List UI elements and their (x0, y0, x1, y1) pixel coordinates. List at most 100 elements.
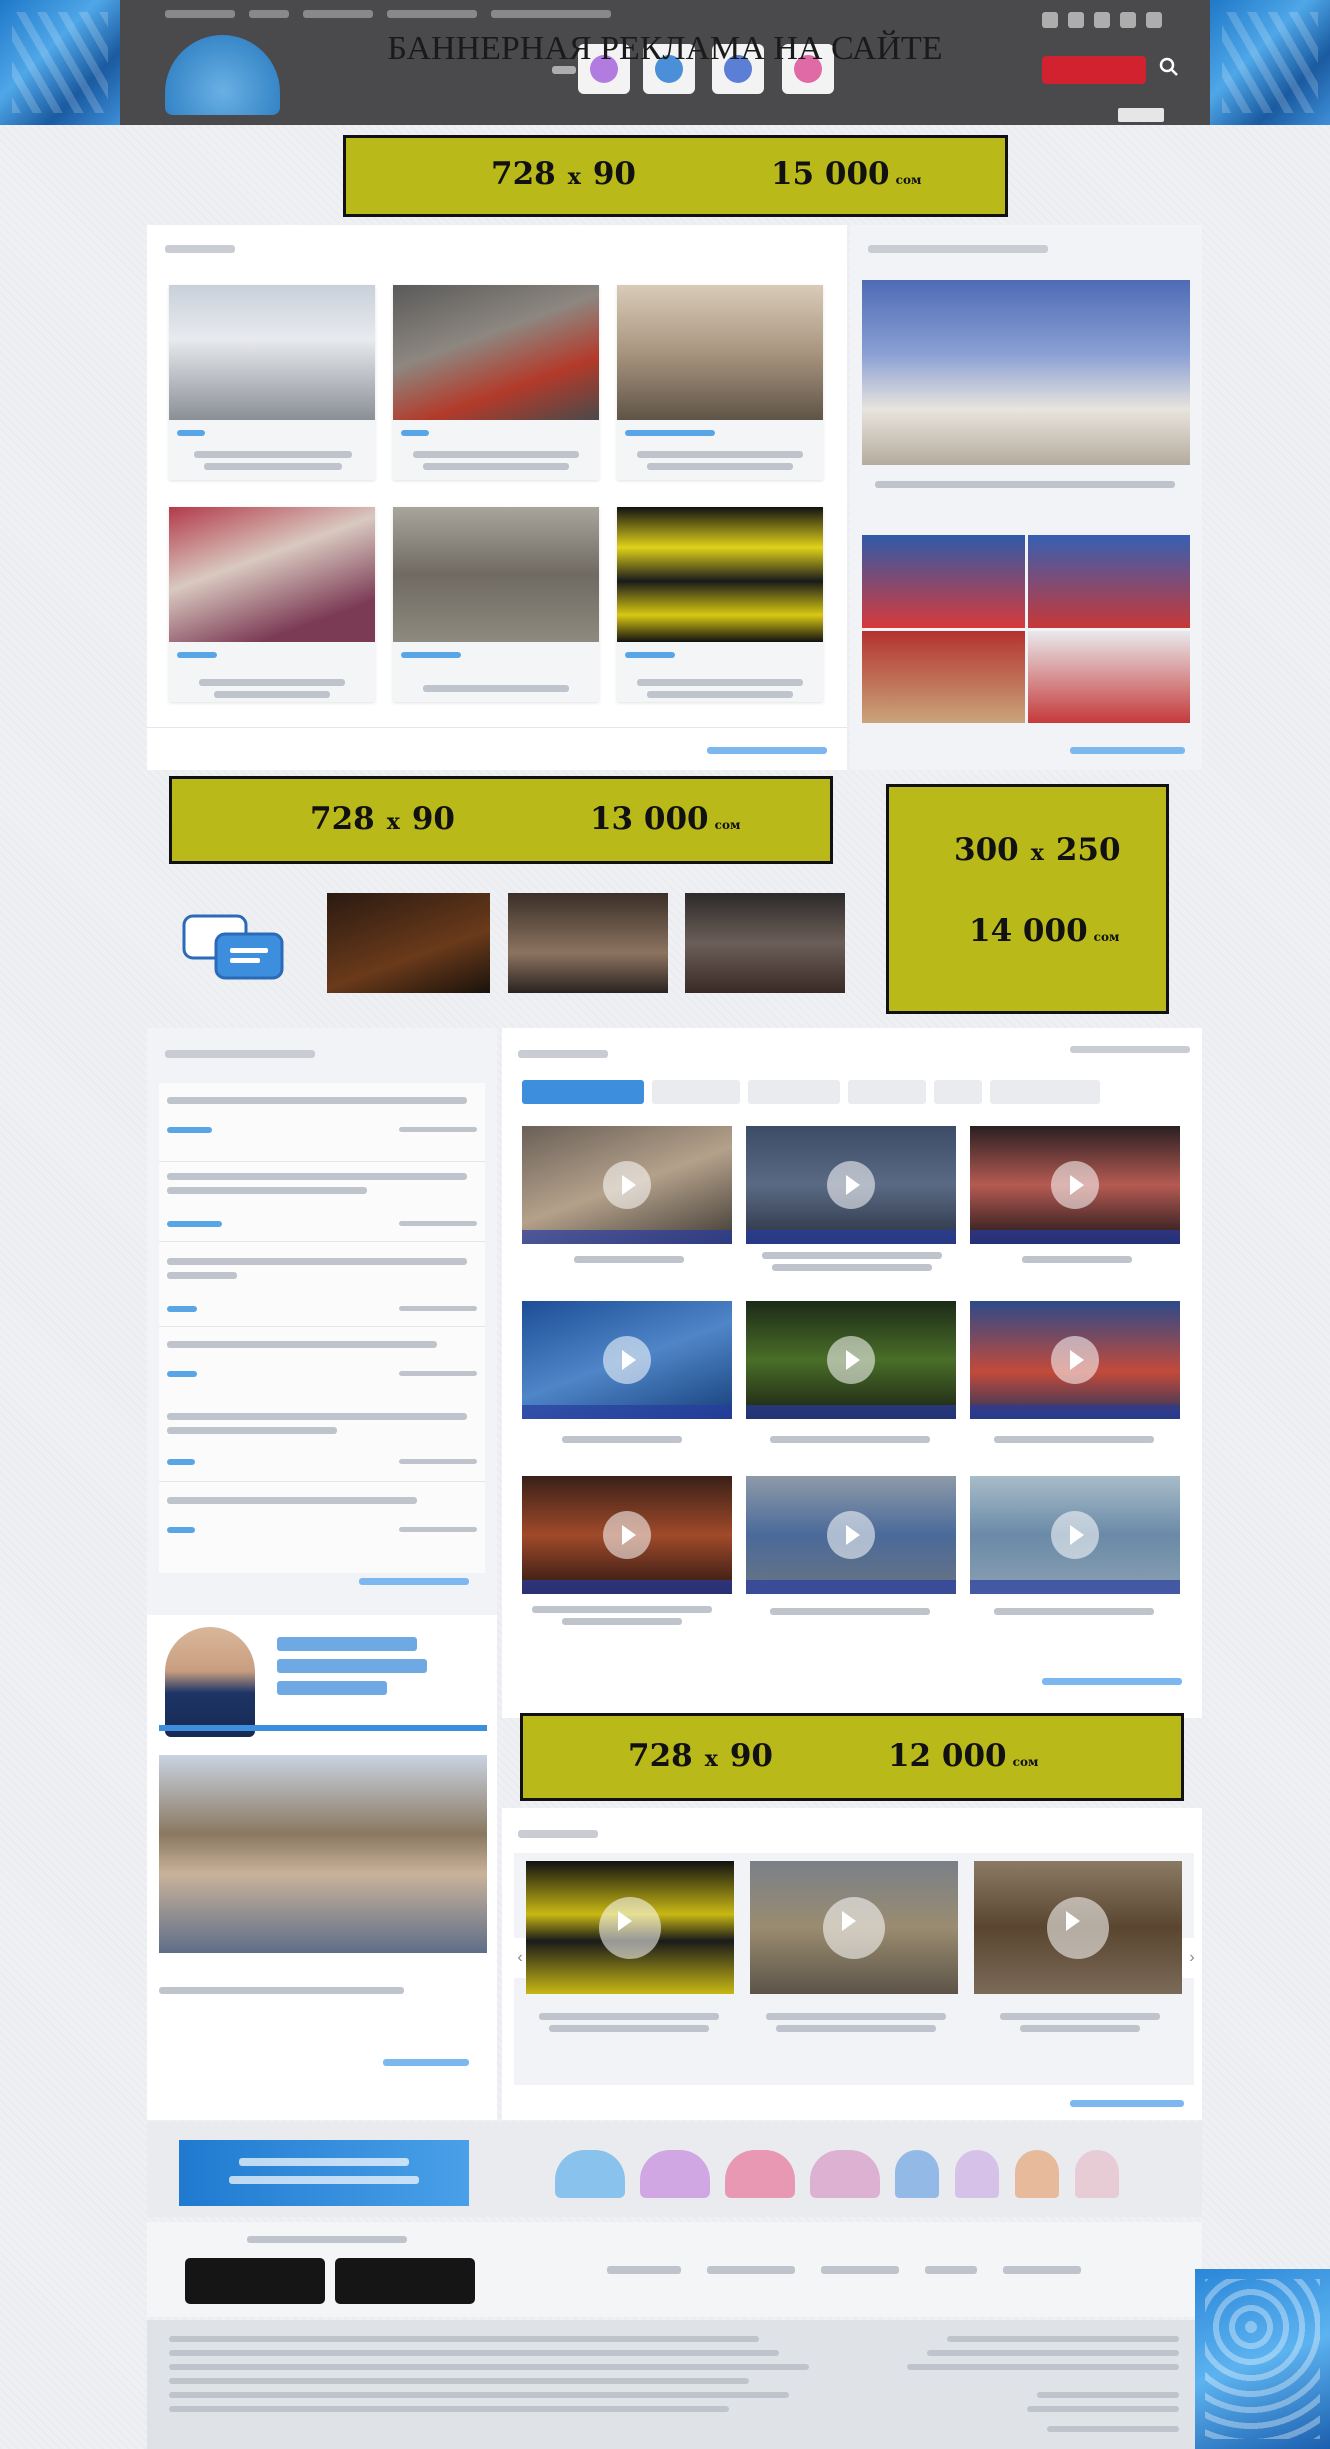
list-item[interactable] (159, 1329, 485, 1408)
footer-nav-item[interactable] (925, 2266, 977, 2274)
footer-legal (147, 2320, 1202, 2449)
partner-banner[interactable] (179, 2140, 469, 2206)
play-icon[interactable] (603, 1511, 651, 1559)
video-section (502, 1028, 1202, 1718)
tab[interactable] (748, 1080, 840, 1104)
list-item[interactable] (159, 1403, 485, 1482)
tab[interactable] (848, 1080, 926, 1104)
chevron-right-icon[interactable]: › (1182, 1938, 1202, 1978)
video-thumb[interactable] (746, 1301, 956, 1419)
top-nav-item[interactable] (303, 10, 373, 18)
footer-apps (147, 2222, 1202, 2317)
video-thumb[interactable] (327, 893, 490, 993)
footer-nav-item[interactable] (707, 2266, 795, 2274)
ad-rectangle[interactable]: 300 x 250 14 000 сом (886, 784, 1169, 1014)
ad-size: 728 x 90 (628, 1738, 773, 1774)
facebook-icon[interactable] (1068, 12, 1084, 28)
list-item[interactable] (159, 1248, 485, 1327)
google-play-button[interactable] (185, 2258, 325, 2304)
more-director-link[interactable] (383, 2059, 469, 2066)
director-photo (165, 1627, 255, 1737)
video-archive-link[interactable] (1070, 1046, 1190, 1053)
ad-price: 13 000 (589, 801, 709, 837)
news-card[interactable] (169, 507, 375, 702)
tab[interactable] (652, 1080, 740, 1104)
footer-nav-item[interactable] (1003, 2266, 1081, 2274)
list-item[interactable] (159, 1163, 485, 1242)
tab-videos[interactable] (522, 1080, 644, 1104)
news-card[interactable] (169, 285, 375, 480)
play-icon[interactable] (603, 1336, 651, 1384)
play-icon[interactable] (827, 1336, 875, 1384)
chat-bubbles-icon[interactable] (180, 910, 290, 990)
search-icon[interactable] (1158, 56, 1180, 78)
video-tabs (522, 1080, 1122, 1104)
video-thumb[interactable] (970, 1476, 1180, 1594)
video-thumb[interactable] (746, 1126, 956, 1244)
video-thumb[interactable] (522, 1301, 732, 1419)
app-store-button[interactable] (335, 2258, 475, 2304)
video-thumb[interactable] (750, 1861, 958, 1994)
live-button[interactable] (1042, 56, 1146, 84)
more-carousel-link[interactable] (1070, 2100, 1184, 2107)
play-icon[interactable] (603, 1161, 651, 1209)
news-card[interactable] (617, 507, 823, 702)
top-nav-item[interactable] (249, 10, 289, 18)
director-block (147, 1615, 497, 2120)
section-label (165, 245, 235, 253)
partner-icon[interactable] (895, 2150, 939, 2198)
list-item[interactable] (159, 1083, 485, 1162)
telegram-icon[interactable] (1094, 12, 1110, 28)
news-card[interactable] (617, 285, 823, 480)
video-thumb[interactable] (522, 1126, 732, 1244)
feature-image[interactable] (862, 280, 1190, 465)
video-thumb[interactable] (746, 1476, 956, 1594)
play-icon[interactable] (827, 1511, 875, 1559)
more-feed-link[interactable] (359, 1578, 469, 1585)
video-thumb[interactable] (508, 893, 668, 993)
partner-icon[interactable] (1075, 2150, 1119, 2198)
video-thumb[interactable] (526, 1861, 734, 1994)
play-icon[interactable] (1051, 1511, 1099, 1559)
more-news-link[interactable] (707, 747, 827, 754)
partner-icon[interactable] (955, 2150, 999, 2198)
ad-banner-top[interactable]: 728 x 90 15 000 сом (343, 135, 1008, 217)
footer-nav-item[interactable] (607, 2266, 681, 2274)
top-nav-item[interactable] (491, 10, 611, 18)
list-item[interactable] (159, 1485, 485, 1563)
video-thumb[interactable] (970, 1126, 1180, 1244)
video-thumb[interactable] (970, 1301, 1180, 1419)
youtube-icon[interactable] (1120, 12, 1136, 28)
instagram-icon[interactable] (1146, 12, 1162, 28)
top-nav-item[interactable] (387, 10, 477, 18)
partner-icon[interactable] (810, 2150, 880, 2198)
video-thumb[interactable] (974, 1861, 1182, 1994)
more-videos-link[interactable] (1042, 1678, 1182, 1685)
partner-icon[interactable] (725, 2150, 795, 2198)
image-grid[interactable] (862, 535, 1190, 723)
play-icon[interactable] (827, 1161, 875, 1209)
play-icon[interactable] (1051, 1336, 1099, 1384)
more-opinion-link[interactable] (1070, 747, 1185, 754)
play-icon[interactable] (823, 1896, 885, 1959)
language-switch[interactable] (1118, 108, 1164, 122)
video-thumb[interactable] (522, 1476, 732, 1594)
director-image[interactable] (159, 1755, 487, 1953)
news-card[interactable] (393, 507, 599, 702)
partner-icon[interactable] (555, 2150, 625, 2198)
ad-banner-lower[interactable]: 728 x 90 12 000 сом (520, 1713, 1184, 1801)
ad-price: 14 000 (969, 913, 1088, 949)
play-icon[interactable] (599, 1896, 661, 1959)
tab[interactable] (934, 1080, 982, 1104)
news-card[interactable] (393, 285, 599, 480)
partner-icon[interactable] (1015, 2150, 1059, 2198)
play-icon[interactable] (1051, 1161, 1099, 1209)
tab[interactable] (990, 1080, 1100, 1104)
footer-nav-item[interactable] (821, 2266, 899, 2274)
video-thumb[interactable] (685, 893, 845, 993)
ad-banner-middle[interactable]: 728 x 90 13 000 сом (169, 776, 833, 864)
twitter-icon[interactable] (1042, 12, 1058, 28)
play-icon[interactable] (1047, 1896, 1109, 1959)
top-nav-item[interactable] (165, 10, 235, 18)
partner-icon[interactable] (640, 2150, 710, 2198)
